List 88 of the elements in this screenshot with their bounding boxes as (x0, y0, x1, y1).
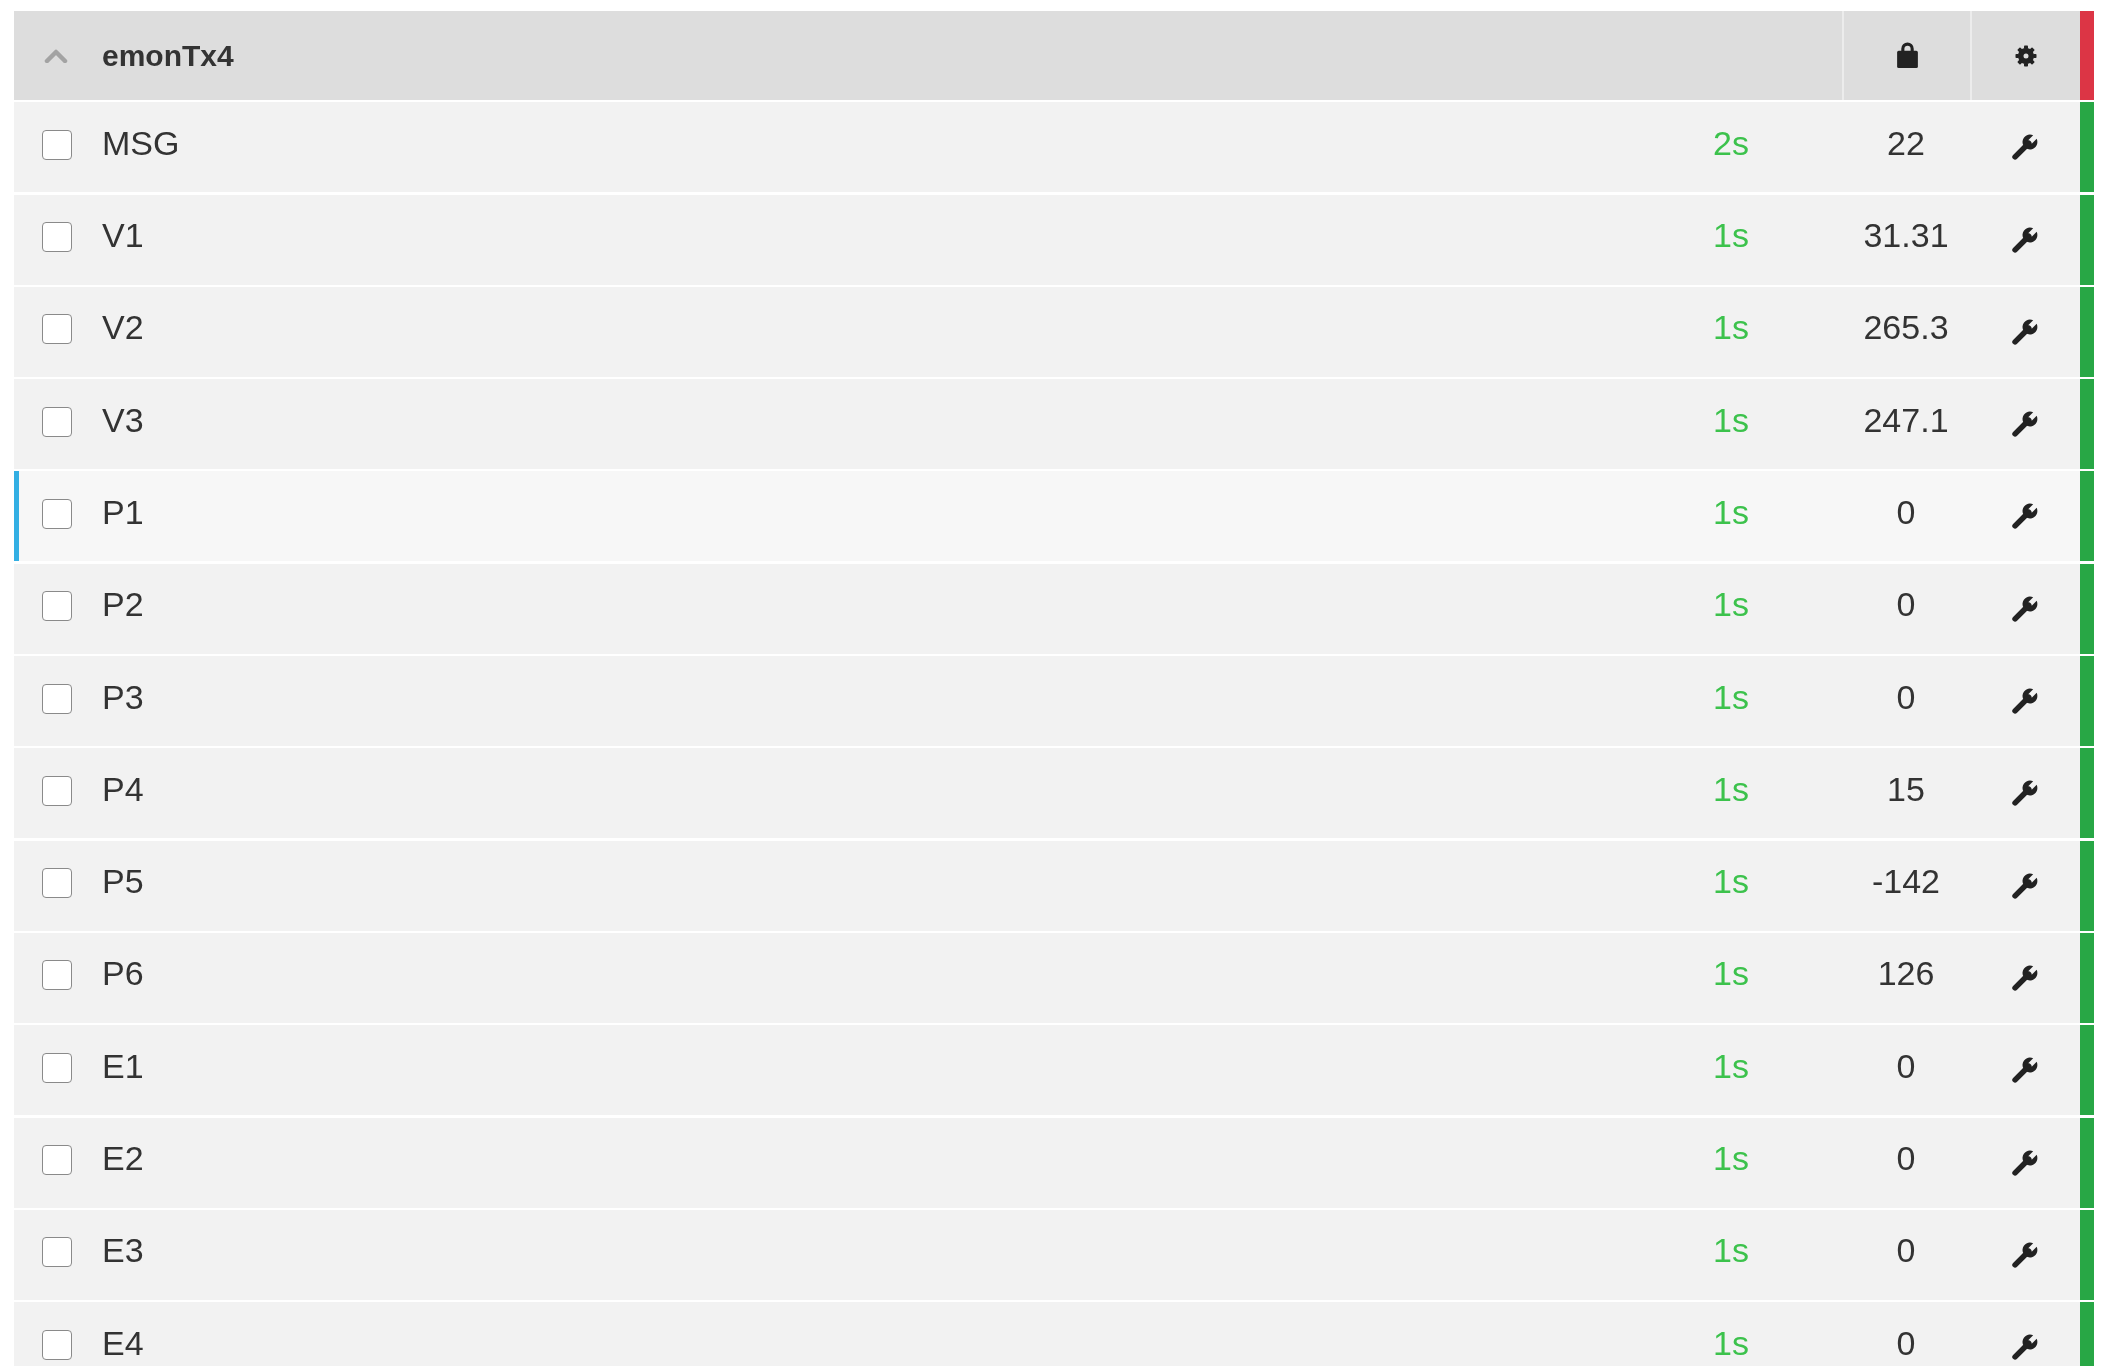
input-value: 0 (1896, 1323, 1916, 1363)
checkbox[interactable] (42, 222, 72, 253)
input-value: 22 (1887, 123, 1925, 163)
input-value: 31.31 (1863, 216, 1949, 256)
input-row[interactable]: V1 1s 31.31 (14, 194, 2094, 285)
input-value: 0 (1896, 1046, 1916, 1086)
input-value: 0 (1896, 1139, 1916, 1179)
input-value: 15 (1887, 769, 1925, 809)
input-value: 0 (1896, 1231, 1916, 1271)
update-time: 1s (1713, 216, 1749, 256)
input-name: P4 (102, 769, 144, 809)
input-row[interactable]: E4 1s 0 (14, 1302, 2094, 1366)
input-name: P6 (102, 954, 144, 994)
update-time: 1s (1713, 954, 1749, 994)
checkbox[interactable] (42, 1329, 72, 1360)
input-name: P1 (102, 493, 144, 532)
wrench-icon[interactable] (2012, 1241, 2038, 1268)
input-name: P3 (102, 677, 144, 717)
input-name: V2 (102, 308, 144, 348)
input-row[interactable]: V2 1s 265.3 (14, 286, 2094, 377)
input-row[interactable]: V3 1s 247.1 (14, 379, 2094, 470)
wrench-icon[interactable] (2012, 964, 2038, 991)
update-time: 1s (1713, 677, 1749, 717)
wrench-icon[interactable] (2012, 872, 2038, 899)
checkbox[interactable] (42, 775, 72, 806)
wrench-icon[interactable] (2012, 595, 2038, 622)
wrench-icon[interactable] (2012, 503, 2038, 530)
checkbox[interactable] (42, 591, 72, 622)
input-name: P2 (102, 585, 144, 625)
wrench-icon[interactable] (2012, 318, 2038, 345)
lock-icon (1894, 42, 1920, 69)
input-row[interactable]: P6 1s 126 (14, 932, 2094, 1023)
checkbox[interactable] (42, 1237, 72, 1268)
checkbox[interactable] (42, 499, 72, 529)
input-row[interactable]: P1 1s 0 (14, 471, 2094, 562)
update-time: 1s (1713, 1231, 1749, 1271)
wrench-icon[interactable] (2012, 780, 2038, 807)
wrench-icon[interactable] (2012, 1057, 2038, 1084)
update-time: 1s (1713, 308, 1749, 348)
input-name: V3 (102, 400, 144, 440)
wrench-icon[interactable] (2012, 1334, 2038, 1361)
input-row[interactable]: MSG 2s 22 (14, 102, 2094, 193)
device-name: emonTx4 (102, 38, 234, 73)
checkbox[interactable] (42, 406, 72, 437)
wrench-icon[interactable] (2012, 1149, 2038, 1176)
checkbox[interactable] (42, 683, 72, 714)
update-time: 1s (1713, 585, 1749, 625)
input-value: 126 (1877, 954, 1935, 994)
checkbox[interactable] (42, 1145, 72, 1176)
wrench-icon[interactable] (2012, 226, 2038, 253)
input-row[interactable]: P4 1s 15 (14, 748, 2094, 839)
checkbox[interactable] (42, 960, 72, 991)
update-time: 1s (1713, 1046, 1749, 1086)
input-row[interactable]: P2 1s 0 (14, 563, 2094, 654)
update-time: 1s (1713, 400, 1749, 440)
checkbox[interactable] (42, 314, 72, 345)
input-name: P5 (102, 862, 144, 902)
wrench-icon[interactable] (2012, 411, 2038, 438)
checkbox[interactable] (42, 868, 72, 899)
input-value: 0 (1896, 585, 1916, 625)
input-value: 0 (1896, 493, 1916, 532)
update-time: 1s (1713, 493, 1749, 532)
input-name: E2 (102, 1139, 144, 1179)
input-row[interactable]: E1 1s 0 (14, 1025, 2094, 1116)
input-row[interactable]: E2 1s 0 (14, 1117, 2094, 1208)
input-value: -142 (1871, 862, 1941, 902)
input-name: E1 (102, 1046, 144, 1086)
input-value: 265.3 (1863, 308, 1949, 348)
checkbox[interactable] (42, 129, 72, 160)
settings-icon[interactable] (2014, 43, 2038, 68)
device-header[interactable]: emonTx4 (14, 11, 2094, 100)
update-time: 1s (1713, 862, 1749, 902)
update-time: 1s (1713, 1139, 1749, 1179)
input-row[interactable]: P5 1s -142 (14, 840, 2094, 931)
input-value: 0 (1896, 677, 1916, 717)
input-value: 247.1 (1863, 400, 1949, 440)
input-row[interactable]: P3 1s 0 (14, 656, 2094, 747)
update-time: 2s (1713, 123, 1749, 163)
wrench-icon[interactable] (2012, 688, 2038, 715)
update-time: 1s (1713, 1323, 1749, 1363)
checkbox[interactable] (42, 1052, 72, 1083)
update-time: 1s (1713, 769, 1749, 809)
wrench-icon[interactable] (2012, 134, 2038, 161)
input-name: E4 (102, 1323, 144, 1363)
input-name: MSG (102, 123, 180, 163)
input-name: V1 (102, 216, 144, 256)
input-name: E3 (102, 1231, 144, 1271)
input-row[interactable]: E3 1s 0 (14, 1209, 2094, 1300)
